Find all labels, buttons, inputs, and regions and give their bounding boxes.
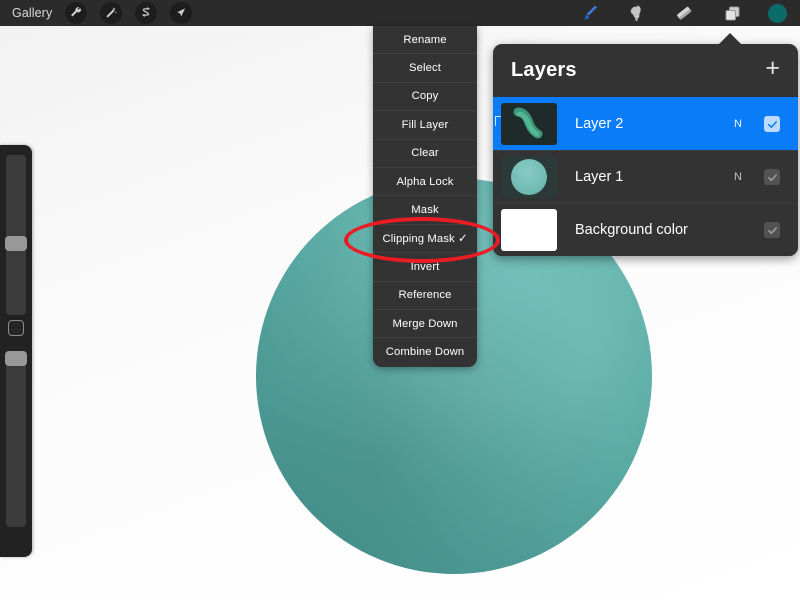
visibility-checkbox-background-color[interactable]	[764, 222, 780, 238]
opacity-slider-handle[interactable]	[5, 351, 27, 366]
menu-item-copy[interactable]: Copy	[373, 83, 477, 112]
eraser-icon[interactable]	[672, 2, 696, 24]
visibility-checkbox-layer-1[interactable]	[764, 169, 780, 185]
wrench-icon[interactable]	[65, 2, 88, 24]
layers-panel-pointer	[718, 33, 742, 45]
layer-name-background-color: Background color	[575, 222, 688, 238]
menu-item-fill-layer[interactable]: Fill Layer	[373, 111, 477, 140]
selection-icon[interactable]	[135, 2, 158, 24]
menu-item-invert[interactable]: Invert	[373, 253, 477, 282]
brush-size-slider-handle[interactable]	[5, 236, 27, 251]
menu-item-alpha-lock[interactable]: Alpha Lock	[373, 168, 477, 197]
layer-controls-background-color	[764, 222, 798, 238]
layer-controls-layer-2: N	[734, 116, 798, 132]
toolbar-right-group	[576, 2, 800, 24]
magic-wand-icon[interactable]	[100, 2, 123, 24]
procreate-app-window: Gallery Rename Select Copy Fill Layer Cl…	[0, 0, 800, 600]
transform-arrow-icon[interactable]	[170, 2, 193, 24]
left-sidebar	[0, 145, 32, 557]
layer-name-layer-1: Layer 1	[575, 169, 624, 185]
blend-mode-layer-2[interactable]: N	[734, 118, 742, 130]
layer-thumbnail-circle	[511, 159, 547, 195]
menu-item-merge-down[interactable]: Merge Down	[373, 310, 477, 339]
menu-item-mask[interactable]: Mask	[373, 196, 477, 225]
menu-item-rename[interactable]: Rename	[373, 26, 477, 55]
color-swatch-button[interactable]	[768, 3, 787, 23]
paintbrush-icon[interactable]	[576, 2, 600, 24]
modify-button[interactable]	[8, 320, 24, 336]
blend-mode-layer-1[interactable]: N	[734, 171, 742, 183]
layer-row-layer-1[interactable]: Layer 1 N	[493, 150, 798, 203]
menu-item-reference[interactable]: Reference	[373, 282, 477, 310]
layer-row-layer-2[interactable]: Layer 2 N	[493, 97, 798, 150]
brush-size-slider[interactable]	[6, 155, 26, 315]
menu-item-clipping-mask[interactable]: Clipping Mask ✓	[373, 225, 477, 254]
smudge-icon[interactable]	[624, 2, 648, 24]
add-layer-button[interactable]: +	[765, 56, 780, 85]
layer-thumbnail-layer-1[interactable]	[501, 156, 557, 198]
gallery-button[interactable]: Gallery	[12, 6, 52, 20]
layer-context-menu: Rename Select Copy Fill Layer Clear Alph…	[373, 26, 477, 367]
opacity-slider[interactable]	[6, 357, 26, 527]
layers-panel: Layers + Layer 2 N Layer 1 N Background …	[493, 44, 798, 256]
menu-item-clear[interactable]: Clear	[373, 140, 477, 168]
layer-row-background-color[interactable]: Background color	[493, 203, 798, 256]
layer-controls-layer-1: N	[734, 169, 798, 185]
layers-panel-title: Layers	[511, 59, 577, 81]
menu-item-combine-down[interactable]: Combine Down	[373, 338, 477, 366]
layer-name-layer-2: Layer 2	[575, 116, 624, 132]
layers-icon[interactable]	[720, 2, 744, 24]
layer-thumbnail-layer-2[interactable]	[501, 103, 557, 145]
top-toolbar: Gallery	[0, 0, 800, 26]
visibility-checkbox-layer-2[interactable]	[764, 116, 780, 132]
toolbar-left-group: Gallery	[0, 2, 193, 24]
layer-thumbnail-background-color[interactable]	[501, 209, 557, 251]
layers-panel-header: Layers +	[493, 44, 798, 97]
menu-item-select[interactable]: Select	[373, 54, 477, 83]
